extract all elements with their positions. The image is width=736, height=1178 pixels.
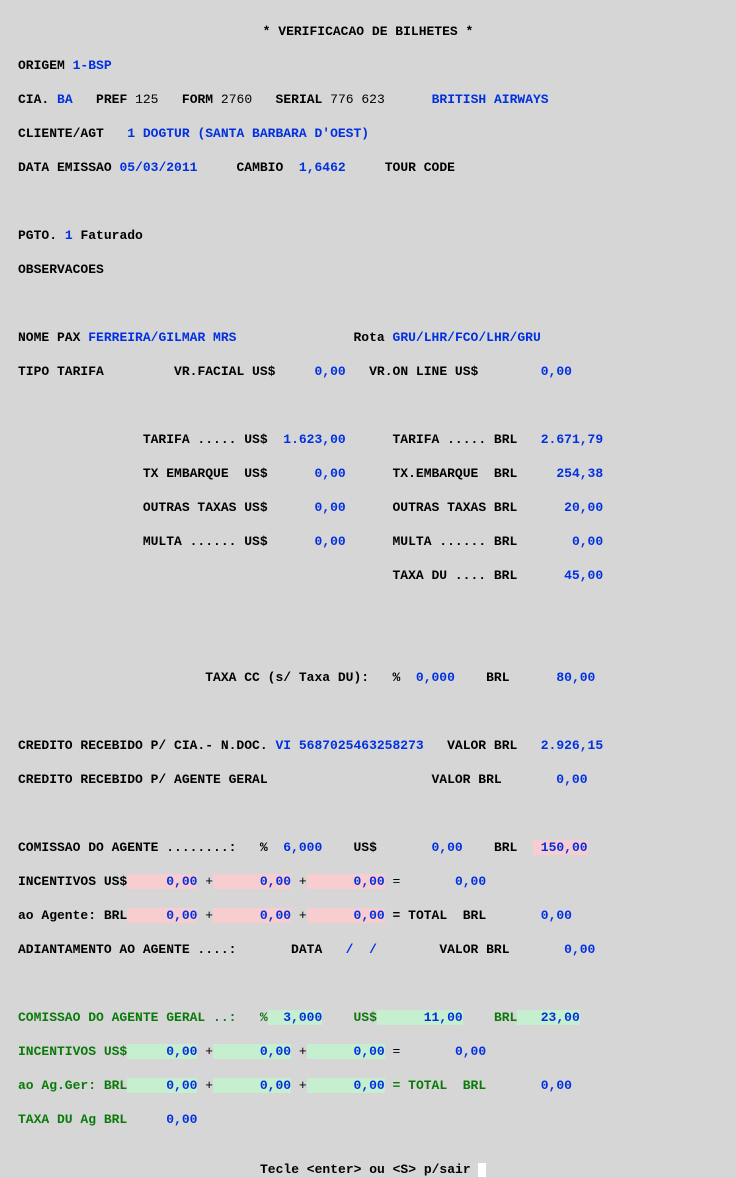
inc-agente-label: INCENTIVOS US$ [18,874,127,889]
origem-label: ORIGEM [18,58,65,73]
credito-geral-label: CREDITO RECEBIDO P/ AGENTE GERAL [18,772,268,787]
ao-geral-label: ao Ag.Ger: BRL [18,1078,127,1093]
cliente-label: CLIENTE/AGT [18,126,104,141]
cia-code: BA [57,92,73,107]
origem-value: 1-BSP [73,58,112,73]
title: * VERIFICACAO DE BILHETES * [18,23,718,40]
rota-value: GRU/LHR/FCO/LHR/GRU [393,330,541,345]
emissao-value: 05/03/2011 [119,160,197,175]
credito-cia-doc: VI 5687025463258273 [275,738,423,753]
pgto-code: 1 [65,228,73,243]
airline: BRITISH AIRWAYS [432,92,549,107]
cambio-value: 1,6462 [299,160,346,175]
taxa-du-ag-label: TAXA DU Ag BRL [18,1112,127,1127]
emissao-label: DATA EMISSAO [18,160,112,175]
adiantamento-label: ADIANTAMENTO AO AGENTE ....: [18,942,236,957]
cliente-value: 1 DOGTUR (SANTA BARBARA D'OEST) [127,126,369,141]
terminal-screen: * VERIFICACAO DE BILHETES * ORIGEM 1-BSP… [0,6,736,1145]
credito-cia-label: CREDITO RECEBIDO P/ CIA.- N.DOC. [18,738,268,753]
cursor-icon [478,1163,486,1177]
com-agente-brl: 150,00 [541,840,588,855]
pax-value: FERREIRA/GILMAR MRS [88,330,236,345]
com-geral-label: COMISSAO DO AGENTE GERAL ..: % [18,1010,268,1025]
pax-label: NOME PAX [18,330,80,345]
taxa-cc-label: TAXA CC (s/ Taxa DU): % [205,670,400,685]
com-geral-brl: 23,00 [541,1010,580,1025]
footer-prompt[interactable]: Tecle <enter> ou <S> p/sair [0,1161,736,1178]
tarifa-brl: 2.671,79 [541,432,603,447]
com-agente-label: COMISSAO DO AGENTE ........: % [18,840,268,855]
obs-label: OBSERVACOES [18,262,104,277]
inc-geral-label: INCENTIVOS US$ [18,1044,127,1059]
pgto-label: PGTO. [18,228,57,243]
cia-label: CIA. [18,92,49,107]
tipo-tarifa-label: TIPO TARIFA [18,364,104,379]
tarifa-usd: 1.623,00 [283,432,345,447]
ao-agente-label: ao Agente: BRL [18,908,127,923]
